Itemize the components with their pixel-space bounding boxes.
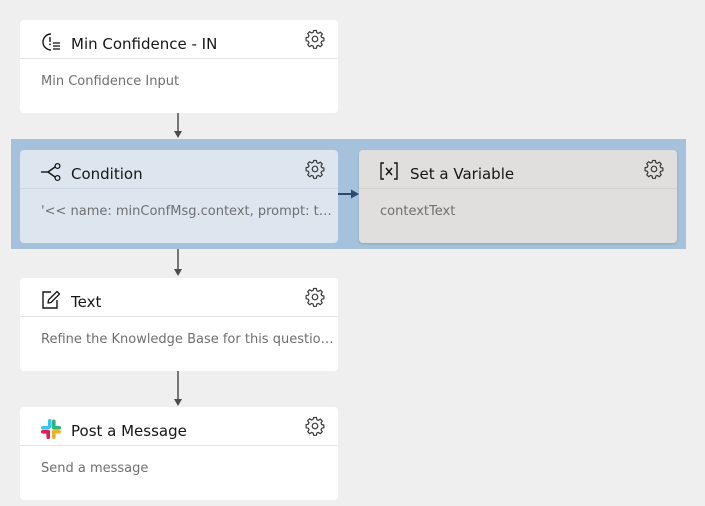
- node-set-variable[interactable]: Set a Variable contextText: [359, 150, 677, 243]
- node-title: Set a Variable: [410, 165, 515, 183]
- node-text[interactable]: Text Refine the Knowledge Base for this …: [20, 278, 338, 371]
- flow-canvas: Min Confidence - IN Min Confidence Input: [0, 0, 705, 506]
- node-header: Text: [20, 278, 338, 317]
- node-title: Post a Message: [71, 422, 187, 440]
- node-post-message[interactable]: Post a Message Send a message: [20, 407, 338, 500]
- node-min-confidence[interactable]: Min Confidence - IN Min Confidence Input: [20, 20, 338, 113]
- node-header: Min Confidence - IN: [20, 20, 338, 59]
- gear-icon[interactable]: [305, 287, 325, 307]
- gear-icon[interactable]: [305, 416, 325, 436]
- connector-arrow: [174, 113, 182, 138]
- slack-icon: [40, 418, 62, 440]
- node-condition[interactable]: Condition '<< name: minConfMsg.context, …: [20, 150, 338, 243]
- gear-icon[interactable]: [644, 159, 664, 179]
- confidence-icon: [40, 31, 62, 53]
- edit-icon: [40, 289, 62, 311]
- node-subtitle: Refine the Knowledge Base for this quest…: [41, 332, 334, 347]
- node-title: Text: [71, 293, 102, 311]
- variable-icon: [379, 161, 401, 183]
- connector-arrow: [174, 371, 182, 406]
- branch-icon: [40, 161, 62, 183]
- node-subtitle: '<< name: minConfMsg.context, prompt: tr…: [41, 204, 334, 219]
- node-subtitle: contextText: [380, 204, 456, 219]
- node-subtitle: Send a message: [41, 461, 149, 476]
- gear-icon[interactable]: [305, 29, 325, 49]
- gear-icon[interactable]: [305, 159, 325, 179]
- connector-arrow: [174, 249, 182, 276]
- node-header: Set a Variable: [359, 150, 677, 189]
- node-header: Post a Message: [20, 407, 338, 446]
- connector-arrow-horizontal: [338, 189, 359, 199]
- node-title: Min Confidence - IN: [71, 35, 218, 53]
- node-header: Condition: [20, 150, 338, 189]
- node-title: Condition: [71, 165, 143, 183]
- node-subtitle: Min Confidence Input: [41, 74, 180, 89]
